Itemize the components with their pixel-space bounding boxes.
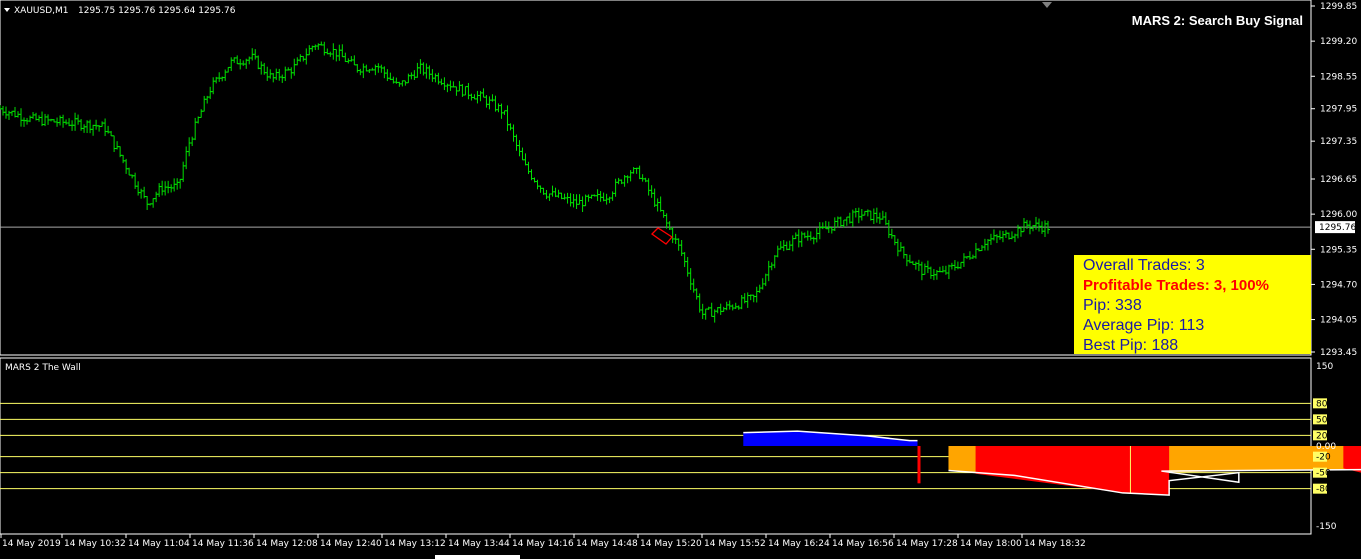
pip-total: Pip: 338 (1083, 297, 1142, 314)
current-price-label: 1295.76 (1319, 223, 1356, 233)
time-tick-label: 14 May 15:20 (640, 539, 702, 549)
profitable-trades: Profitable Trades: 3, 100% (1083, 277, 1269, 294)
price-tick-label: 1297.35 (1320, 137, 1357, 147)
price-tick-label: 1296.00 (1320, 210, 1357, 220)
overall-trades: Overall Trades: 3 (1083, 257, 1205, 274)
time-tick-label: 14 May 12:40 (320, 539, 382, 549)
indicator-tick-label: 50 (1316, 415, 1328, 425)
time-tick-label: 14 May 16:24 (768, 539, 830, 549)
time-tick-label: 14 May 10:32 (64, 539, 126, 549)
signal-label: MARS 2: Search Buy Signal (1132, 13, 1303, 28)
indicator-tick-label: -50 (1316, 469, 1331, 479)
price-tick-label: 1296.65 (1320, 175, 1357, 185)
indicator-tick-label: -80 (1316, 485, 1331, 495)
chart-tab[interactable] (435, 555, 520, 559)
indicator-title: MARS 2 The Wall (5, 363, 81, 373)
best-pip: Best Pip: 188 (1083, 337, 1179, 354)
price-tick-label: 1299.85 (1320, 2, 1357, 12)
time-tick-label: 14 May 13:12 (384, 539, 446, 549)
price-tick-label: 1294.70 (1320, 280, 1357, 290)
time-tick-label: 14 May 14:16 (512, 539, 574, 549)
wall-red-area (1343, 446, 1361, 473)
price-tick-label: 1299.20 (1320, 37, 1357, 47)
indicator-tick-label: 20 (1316, 431, 1328, 441)
indicator-tick-label: 150 (1316, 362, 1333, 372)
price-tick-label: 1298.55 (1320, 72, 1357, 82)
time-tick-label: 14 May 13:44 (448, 539, 510, 549)
indicator-tick-label: 0.00 (1316, 442, 1336, 452)
price-tick-label: 1297.95 (1320, 105, 1357, 115)
price-tick-label: 1294.05 (1320, 316, 1357, 326)
stats-panel: Overall Trades: 3 Profitable Trades: 3, … (1074, 255, 1311, 354)
price-tick-label: 1295.35 (1320, 245, 1357, 255)
symbol-label: XAUUSD,M1 (14, 6, 69, 16)
time-tick-label: 14 May 17:28 (896, 539, 958, 549)
average-pip: Average Pip: 113 (1083, 317, 1205, 334)
time-tick-label: 14 May 18:00 (960, 539, 1022, 549)
time-tick-label: 14 May 12:08 (256, 539, 318, 549)
bottom-tab-strip (0, 553, 1361, 559)
time-tick-label: 14 May 14:48 (576, 539, 638, 549)
time-tick-label: 14 May 11:36 (192, 539, 254, 549)
ohlc-values: 1295.75 1295.76 1295.64 1295.76 (78, 6, 236, 16)
indicator-tick-label: -20 (1316, 453, 1331, 463)
time-tick-label: 14 May 11:04 (128, 539, 190, 549)
price-tick-label: 1293.45 (1320, 348, 1357, 358)
wall-red-spike (917, 446, 921, 484)
indicator-tick-label: -150 (1316, 522, 1337, 532)
indicator-tick-label: 80 (1316, 399, 1328, 409)
time-tick-label: 14 May 2019 (2, 539, 61, 549)
time-tick-label: 14 May 15:52 (704, 539, 766, 549)
time-tick-label: 14 May 16:56 (832, 539, 894, 549)
time-tick-label: 14 May 18:32 (1024, 539, 1086, 549)
